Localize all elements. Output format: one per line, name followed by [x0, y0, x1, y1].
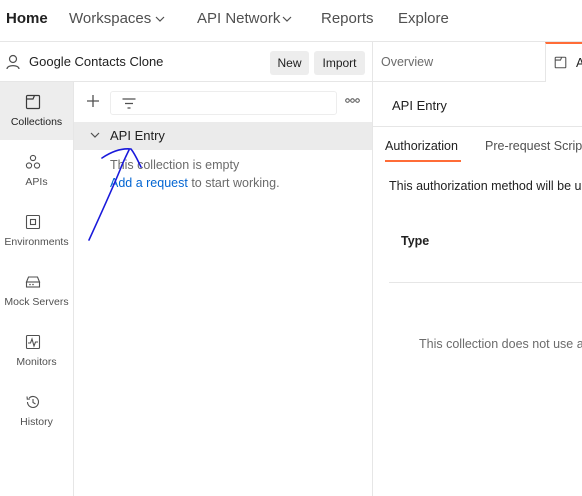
- panel-divider: [372, 42, 373, 496]
- chevron-down-icon: [282, 16, 292, 22]
- editor-tabs: Overview A: [373, 42, 582, 82]
- apis-icon: [25, 154, 41, 169]
- workspace-name[interactable]: Google Contacts Clone: [29, 54, 163, 69]
- user-icon: [6, 54, 20, 70]
- type-label: Type: [401, 234, 430, 248]
- tab-label: A: [576, 56, 582, 70]
- nav-api-network-label: API Network: [197, 10, 281, 27]
- sidebar-rail: Collections APIs Environments Mock Serve…: [0, 82, 74, 496]
- import-button[interactable]: Import: [314, 51, 365, 75]
- authorization-description: This authorization method will be u: [389, 179, 582, 193]
- sidebar-item-label: Monitors: [16, 356, 57, 368]
- sidebar-item-apis[interactable]: APIs: [0, 142, 73, 200]
- collections-icon: [25, 94, 41, 110]
- sidebar-item-history[interactable]: History: [0, 382, 73, 440]
- workspace-header: Google Contacts Clone New Import: [0, 42, 372, 82]
- tab-api-entry[interactable]: A: [545, 42, 582, 82]
- nav-api-network[interactable]: API Network: [197, 10, 292, 27]
- environments-icon: [25, 214, 41, 230]
- nav-reports[interactable]: Reports: [321, 10, 374, 27]
- sidebar-item-label: APIs: [25, 176, 48, 188]
- chevron-down-icon: [155, 16, 165, 22]
- add-request-suffix: to start working.: [187, 176, 280, 190]
- page-title: API Entry: [392, 98, 447, 113]
- chevron-down-icon[interactable]: [90, 132, 100, 138]
- sidebar-item-mock-servers[interactable]: Mock Servers: [0, 262, 73, 320]
- sidebar-item-environments[interactable]: Environments: [0, 202, 73, 260]
- new-button[interactable]: New: [270, 51, 309, 75]
- divider: [373, 126, 582, 127]
- nav-explore[interactable]: Explore: [398, 10, 449, 27]
- top-navigation: Home Workspaces API Network Reports Expl…: [0, 0, 582, 42]
- sidebar-item-label: Mock Servers: [4, 296, 69, 308]
- nav-workspaces[interactable]: Workspaces: [69, 10, 165, 27]
- nav-home[interactable]: Home: [6, 10, 48, 27]
- mock-servers-icon: [25, 276, 41, 288]
- monitors-icon: [25, 334, 41, 350]
- collections-toolbar: [74, 82, 372, 122]
- more-options-icon[interactable]: [345, 98, 360, 103]
- tab-pre-request-script[interactable]: Pre-request Scrip: [485, 139, 582, 153]
- tab-authorization[interactable]: Authorization: [385, 139, 458, 153]
- divider: [389, 282, 582, 283]
- sidebar-item-monitors[interactable]: Monitors: [0, 322, 73, 380]
- annotation-arrow: [88, 148, 142, 241]
- filter-icon: [122, 98, 136, 109]
- tab-overview[interactable]: Overview: [381, 55, 433, 69]
- filter-input[interactable]: [110, 91, 337, 115]
- sidebar-item-label: Environments: [4, 236, 69, 248]
- sidebar-item-label: History: [20, 416, 53, 428]
- sidebar-item-collections[interactable]: Collections: [0, 82, 73, 140]
- no-auth-message: This collection does not use a: [419, 337, 582, 351]
- collection-tab-icon: [554, 56, 567, 69]
- active-tab-indicator: [385, 160, 461, 162]
- history-icon: [26, 395, 40, 408]
- nav-workspaces-label: Workspaces: [69, 10, 152, 27]
- plus-icon[interactable]: [86, 94, 100, 108]
- sidebar-item-label: Collections: [10, 116, 63, 128]
